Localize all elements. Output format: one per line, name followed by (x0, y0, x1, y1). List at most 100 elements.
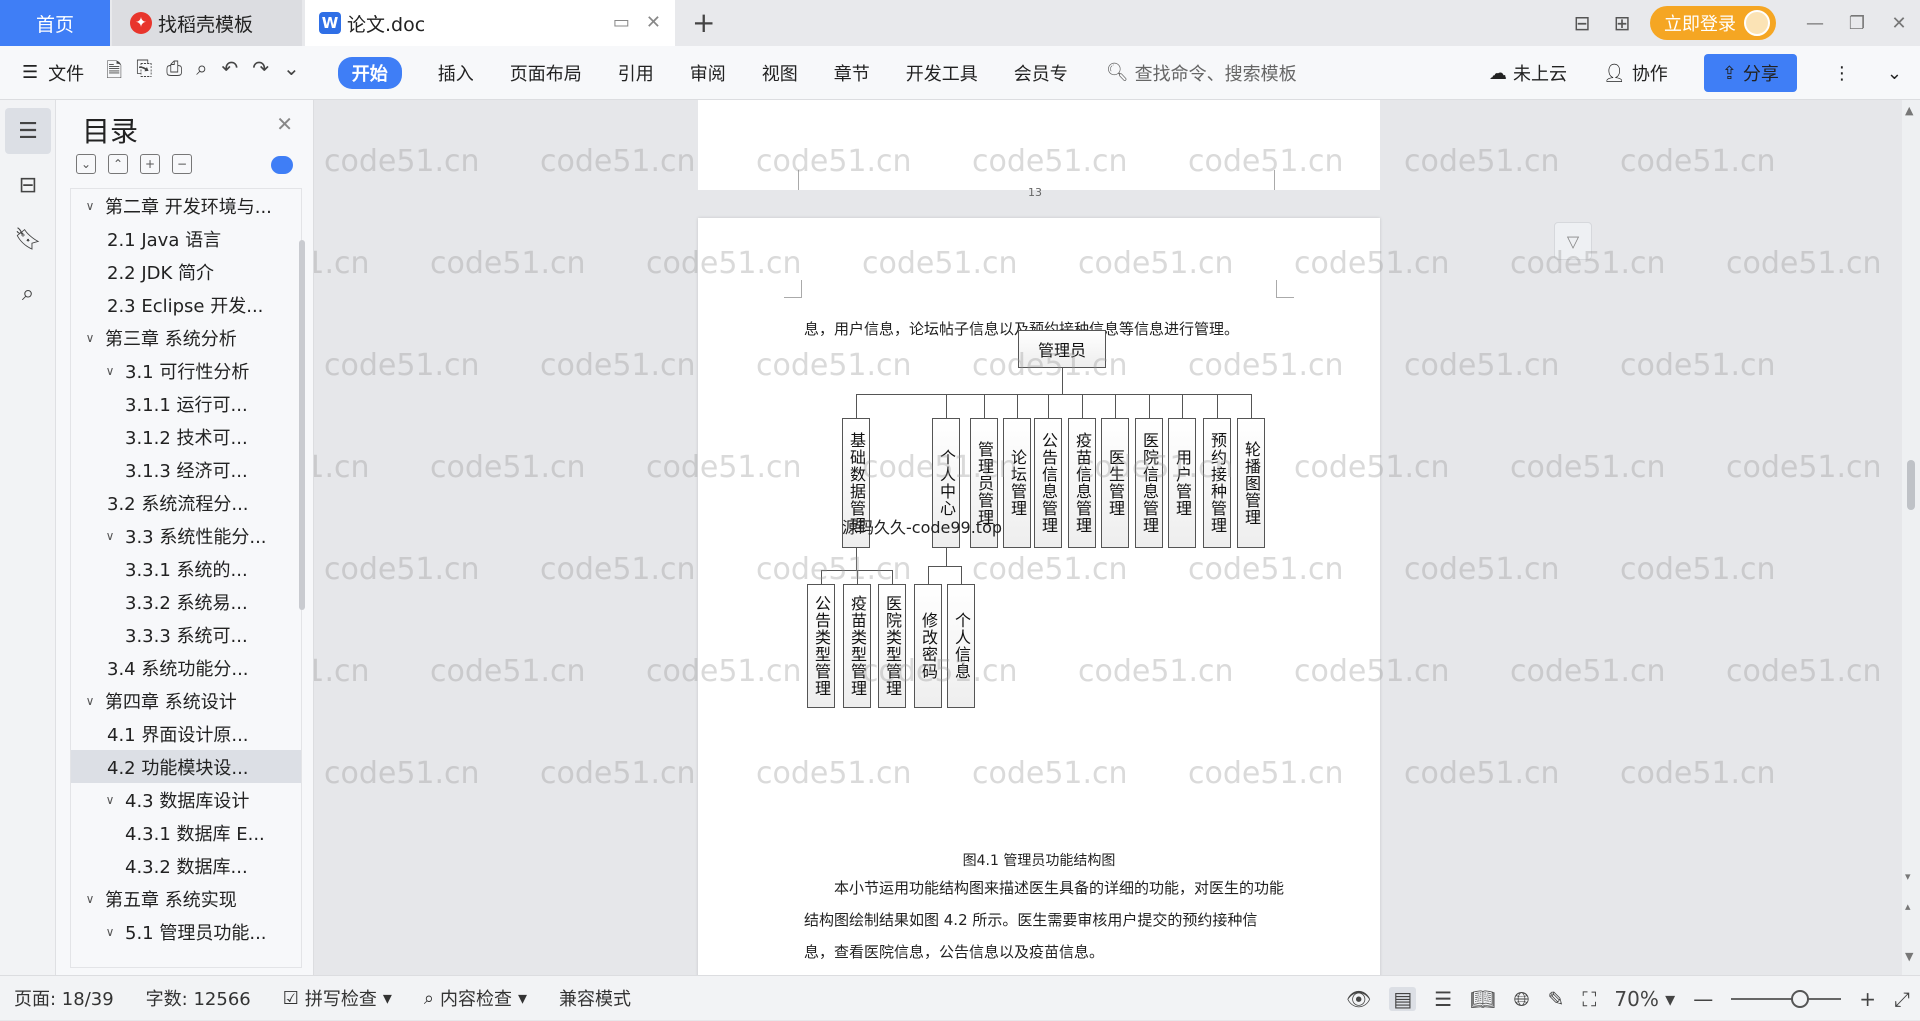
expand-all-icon[interactable]: ⌄ (76, 154, 96, 174)
layout-icon[interactable]: ⊟ (1562, 11, 1602, 35)
toc-item[interactable]: 3.1.3 经济可... (71, 453, 301, 486)
toc-item[interactable]: 3.3.2 系统易... (71, 585, 301, 618)
toc-item[interactable]: ∨ 3.1 可行性分析 (71, 354, 301, 387)
close-tab-icon[interactable]: ✕ (646, 12, 661, 33)
chevron-down-icon[interactable]: ∨ (101, 793, 119, 807)
ribbon-tab-review[interactable]: 审阅 (690, 60, 726, 86)
apps-grid-icon[interactable]: ⊞ (1602, 11, 1642, 35)
ribbon-tab-member[interactable]: 会员专 (1014, 60, 1068, 86)
word-count[interactable]: 字数: 12566 (146, 985, 251, 1011)
vertical-scrollbar[interactable]: ▲ ▾ ▴ ▼ (1902, 100, 1920, 975)
toc-item[interactable]: ∨ 第四章 系统设计 (71, 684, 301, 717)
toc-item[interactable]: ∨ 第五章 系统实现 (71, 882, 301, 915)
chevron-down-icon[interactable]: ∨ (81, 694, 99, 708)
toc-item[interactable]: ∨ 第二章 开发环境与... (71, 189, 301, 222)
command-search[interactable]: 🔍︎ 查找命令、搜索模板 (1106, 60, 1297, 86)
page-indicator[interactable]: 页面: 18/39 (14, 985, 114, 1011)
restore-icon[interactable]: ❐ (1836, 13, 1878, 34)
find-icon[interactable]: ⌕ (5, 270, 51, 316)
scroll-down-icon[interactable]: ▼ (1905, 950, 1913, 963)
ribbon-tab-view[interactable]: 视图 (762, 60, 798, 86)
toc-item[interactable]: 4.1 界面设计原... (71, 717, 301, 750)
toc-item[interactable]: 3.4 系统功能分... (71, 651, 301, 684)
undo-icon[interactable]: ↶ (221, 56, 238, 90)
more-icon[interactable]: ⌄ (283, 56, 300, 90)
next-page-icon[interactable]: ▴ (1905, 900, 1911, 913)
tab-home[interactable]: 首页 (0, 0, 110, 46)
chevron-down-icon[interactable]: ∨ (101, 364, 119, 378)
scroll-up-icon[interactable]: ▲ (1905, 104, 1913, 117)
redo-icon[interactable]: ↷ (252, 56, 269, 90)
more-options-icon[interactable]: ⋮ (1833, 63, 1851, 84)
collapse-all-icon[interactable]: ⌃ (108, 154, 128, 174)
toc-item[interactable]: 4.3.1 数据库 E... (71, 816, 301, 849)
web-view-icon[interactable]: 🌐︎ (1514, 987, 1530, 1011)
toc-item[interactable]: ∨ 3.3 系统性能分... (71, 519, 301, 552)
zoom-slider[interactable] (1731, 989, 1842, 1008)
print-icon[interactable]: ⎙ (166, 56, 182, 90)
remove-heading-icon[interactable]: − (172, 154, 192, 174)
toc-item[interactable]: 2.3 Eclipse 开发... (71, 288, 301, 321)
fullscreen-icon[interactable]: ⤢ (1894, 987, 1910, 1011)
toc-item[interactable]: 4.2 功能模块设... (71, 750, 301, 783)
toc-item[interactable]: 2.2 JDK 简介 (71, 255, 301, 288)
zoom-slider-knob[interactable] (1791, 989, 1810, 1008)
chevron-down-icon[interactable]: ∨ (81, 199, 99, 213)
fit-page-icon[interactable]: ⛶ (1582, 987, 1596, 1011)
tab-document[interactable]: W 论文.doc ▭ ✕ (305, 0, 675, 46)
outline-view-icon[interactable]: ☰ (1434, 987, 1452, 1011)
toc-item[interactable]: 2.1 Java 语言 (71, 222, 301, 255)
preview-icon[interactable]: ⌕ (196, 56, 207, 90)
ribbon-tab-section[interactable]: 章节 (834, 60, 870, 86)
ribbon-tab-layout[interactable]: 页面布局 (510, 60, 582, 86)
tab-template[interactable]: ✦ 找稻壳模板 (112, 0, 302, 46)
toc-item[interactable]: ∨ 第三章 系统分析 (71, 321, 301, 354)
pen-icon[interactable]: ✎ (1548, 987, 1565, 1011)
toc-item[interactable]: 3.1.1 运行可... (71, 387, 301, 420)
ribbon-tab-home[interactable]: 开始 (337, 56, 402, 89)
screen-icon[interactable]: ▭ (613, 12, 630, 33)
chevron-down-icon[interactable]: ∨ (101, 925, 119, 939)
export-icon[interactable]: ⎘ (136, 56, 152, 90)
zoom-in-icon[interactable]: + (1859, 987, 1876, 1011)
navigation-icon[interactable]: ⊟ (5, 162, 51, 208)
save-icon[interactable]: 🗎 (106, 56, 122, 90)
toc-item[interactable]: 3.3.1 系统的... (71, 552, 301, 585)
new-tab-button[interactable]: + (692, 6, 715, 39)
ribbon-tab-developer[interactable]: 开发工具 (906, 60, 978, 86)
collab-button[interactable]: 👤︎ 协作 (1603, 60, 1668, 86)
eye-protect-icon[interactable]: 👁︎ (1346, 987, 1371, 1011)
scroll-thumb[interactable] (1907, 460, 1915, 510)
toc-item[interactable]: ∨ 4.3 数据库设计 (71, 783, 301, 816)
login-button[interactable]: 立即登录 (1650, 6, 1776, 40)
close-window-icon[interactable]: ✕ (1878, 13, 1920, 34)
ai-assistant-icon[interactable] (271, 156, 293, 174)
zoom-level[interactable]: 70% ▾ (1614, 987, 1675, 1011)
cloud-status[interactable]: ☁ 未上云 (1489, 60, 1567, 86)
close-icon[interactable]: ✕ (276, 112, 293, 136)
toc-item[interactable]: 4.3.2 数据库... (71, 849, 301, 882)
ribbon-tab-references[interactable]: 引用 (618, 60, 654, 86)
chevron-down-icon[interactable]: ∨ (101, 529, 119, 543)
page-view-icon[interactable]: ▤ (1389, 986, 1417, 1011)
zoom-out-icon[interactable]: — (1693, 987, 1713, 1011)
toc-item[interactable]: ∨ 5.1 管理员功能... (71, 915, 301, 948)
content-check-button[interactable]: ⌕ 内容检查 ▾ (424, 985, 527, 1011)
bookmark-icon[interactable]: 🔖︎ (5, 216, 51, 262)
prev-page-icon[interactable]: ▾ (1905, 870, 1911, 883)
collapse-ribbon-icon[interactable]: ⌄ (1887, 63, 1902, 84)
chevron-down-icon[interactable]: ∨ (81, 331, 99, 345)
toc-icon[interactable]: ☰ (5, 108, 51, 154)
minimize-icon[interactable]: — (1794, 13, 1836, 34)
toc-item[interactable]: 3.1.2 技术可... (71, 420, 301, 453)
share-button[interactable]: ⇪ 分享 (1703, 54, 1797, 92)
toc-item[interactable]: 3.3.3 系统可... (71, 618, 301, 651)
file-menu[interactable]: ☰ 文件 (22, 60, 84, 86)
reading-view-icon[interactable]: 📖︎ (1470, 987, 1495, 1011)
chevron-down-icon[interactable]: ∨ (81, 892, 99, 906)
spell-check-button[interactable]: ☑ 拼写检查 ▾ (283, 985, 392, 1011)
add-heading-icon[interactable]: + (140, 154, 160, 174)
toc-scrollbar[interactable] (299, 240, 305, 610)
ribbon-tab-insert[interactable]: 插入 (438, 60, 474, 86)
toc-item[interactable]: 3.2 系统流程分... (71, 486, 301, 519)
